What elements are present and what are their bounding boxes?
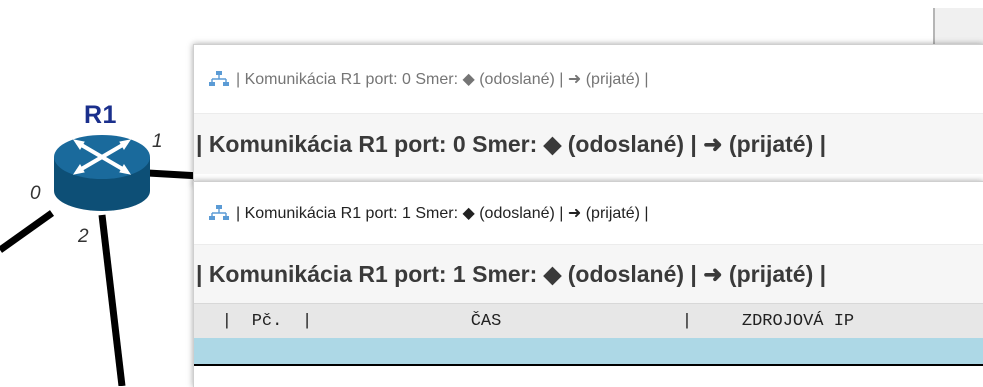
port-label-2: 2: [78, 226, 89, 247]
column-separator: |: [302, 311, 313, 331]
network-icon: [209, 71, 229, 86]
column-header-number[interactable]: Pč.: [232, 312, 302, 331]
port-label-1: 1: [152, 131, 163, 152]
table-divider: [194, 364, 983, 366]
window-heading: | Komunikácia R1 port: 1 Smer: ◆ (odosla…: [194, 244, 983, 303]
router-label: R1: [84, 101, 117, 129]
router-icon[interactable]: [52, 129, 152, 220]
port-label-0: 0: [30, 183, 41, 204]
column-header-source-ip[interactable]: ZDROJOVÁ IP: [718, 312, 878, 331]
link-port-0: [0, 210, 55, 253]
column-separator: |: [681, 311, 693, 331]
window-heading: | Komunikácia R1 port: 0 Smer: ◆ (odosla…: [194, 113, 983, 174]
column-header-time[interactable]: ČAS: [316, 312, 656, 331]
window-titlebar[interactable]: | Komunikácia R1 port: 1 Smer: ◆ (odosla…: [194, 182, 983, 244]
communication-window-port-1[interactable]: | Komunikácia R1 port: 1 Smer: ◆ (odosla…: [193, 181, 983, 387]
table-row-selected[interactable]: [194, 338, 983, 364]
table-header: | Pč. | ČAS | ZDROJOVÁ IP: [194, 303, 983, 338]
window-title: | Komunikácia R1 port: 1 Smer: ◆ (odosla…: [236, 205, 649, 222]
network-icon: [209, 205, 229, 220]
window-titlebar[interactable]: | Komunikácia R1 port: 0 Smer: ◆ (odosla…: [194, 45, 983, 113]
link-port-2: [98, 214, 126, 386]
communication-window-port-0[interactable]: | Komunikácia R1 port: 0 Smer: ◆ (odosla…: [193, 44, 983, 185]
column-separator: |: [221, 311, 232, 331]
window-title: | Komunikácia R1 port: 0 Smer: ◆ (odosla…: [236, 71, 649, 88]
